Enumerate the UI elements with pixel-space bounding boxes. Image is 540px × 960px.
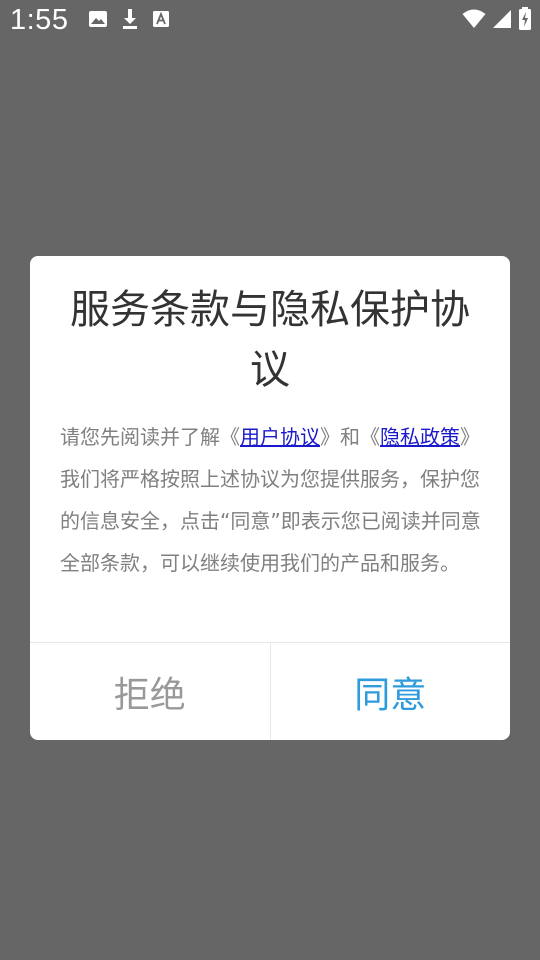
body-text-2: 》和《 [320, 425, 380, 449]
signal-icon [492, 9, 512, 33]
wifi-icon [462, 9, 486, 33]
dialog-body: 请您先阅读并了解《用户协议》和《隐私政策》我们将严格按照上述协议为您提供服务，保… [60, 416, 486, 584]
dialog-button-row: 拒绝 同意 [30, 643, 510, 740]
body-text-1: 请您先阅读并了解《 [60, 425, 240, 449]
privacy-policy-link[interactable]: 隐私政策 [380, 425, 460, 449]
refuse-button[interactable]: 拒绝 [30, 643, 271, 740]
font-icon [152, 10, 170, 32]
status-right-icons [462, 7, 532, 35]
agree-button[interactable]: 同意 [271, 643, 511, 740]
image-icon [88, 9, 108, 33]
battery-charging-icon [518, 7, 532, 35]
status-left-icons [88, 8, 170, 34]
download-icon [120, 8, 140, 34]
user-agreement-link[interactable]: 用户协议 [240, 425, 320, 449]
dialog-title: 服务条款与隐私保护协议 [70, 287, 470, 393]
privacy-dialog: 服务条款与隐私保护协议 请您先阅读并了解《用户协议》和《隐私政策》我们将严格按照… [30, 256, 510, 740]
status-time: 1:55 [10, 4, 69, 36]
screen: 1:55 服务条款与隐私保护协议 请您先阅读并了解《用户协议》和《隐私政策》我们… [0, 0, 540, 960]
status-bar: 1:55 [0, 0, 540, 44]
